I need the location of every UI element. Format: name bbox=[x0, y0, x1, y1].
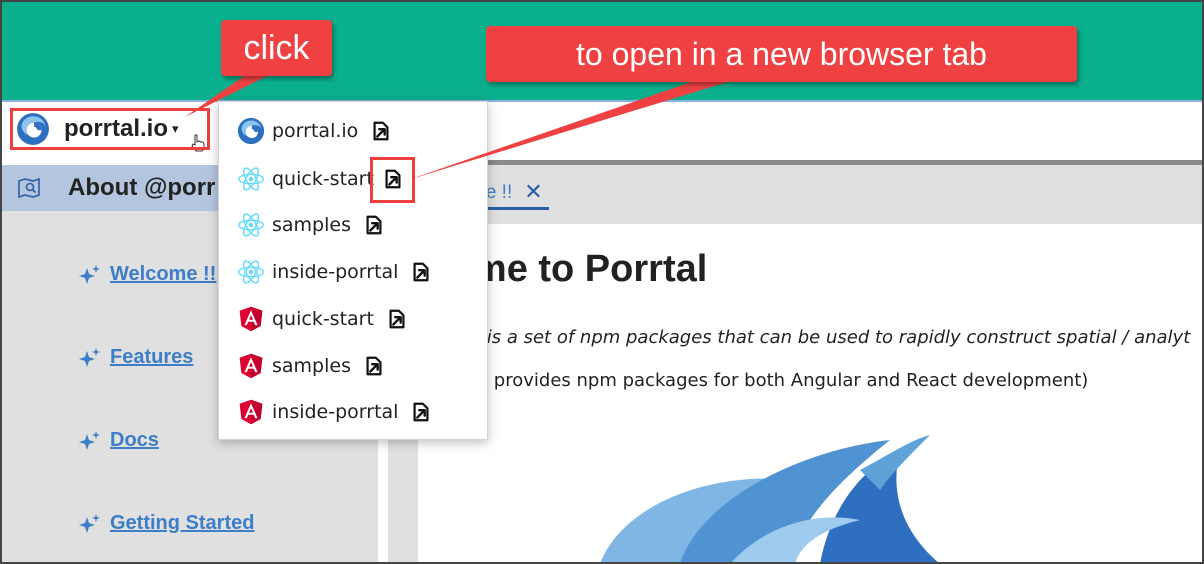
click-callout: click bbox=[221, 20, 332, 76]
callout-text: click bbox=[243, 28, 310, 67]
callout-pointers bbox=[185, 72, 760, 180]
callout-text: to open in a new browser tab bbox=[576, 35, 987, 72]
new-tab-callout: to open in a new browser tab bbox=[486, 26, 1077, 82]
